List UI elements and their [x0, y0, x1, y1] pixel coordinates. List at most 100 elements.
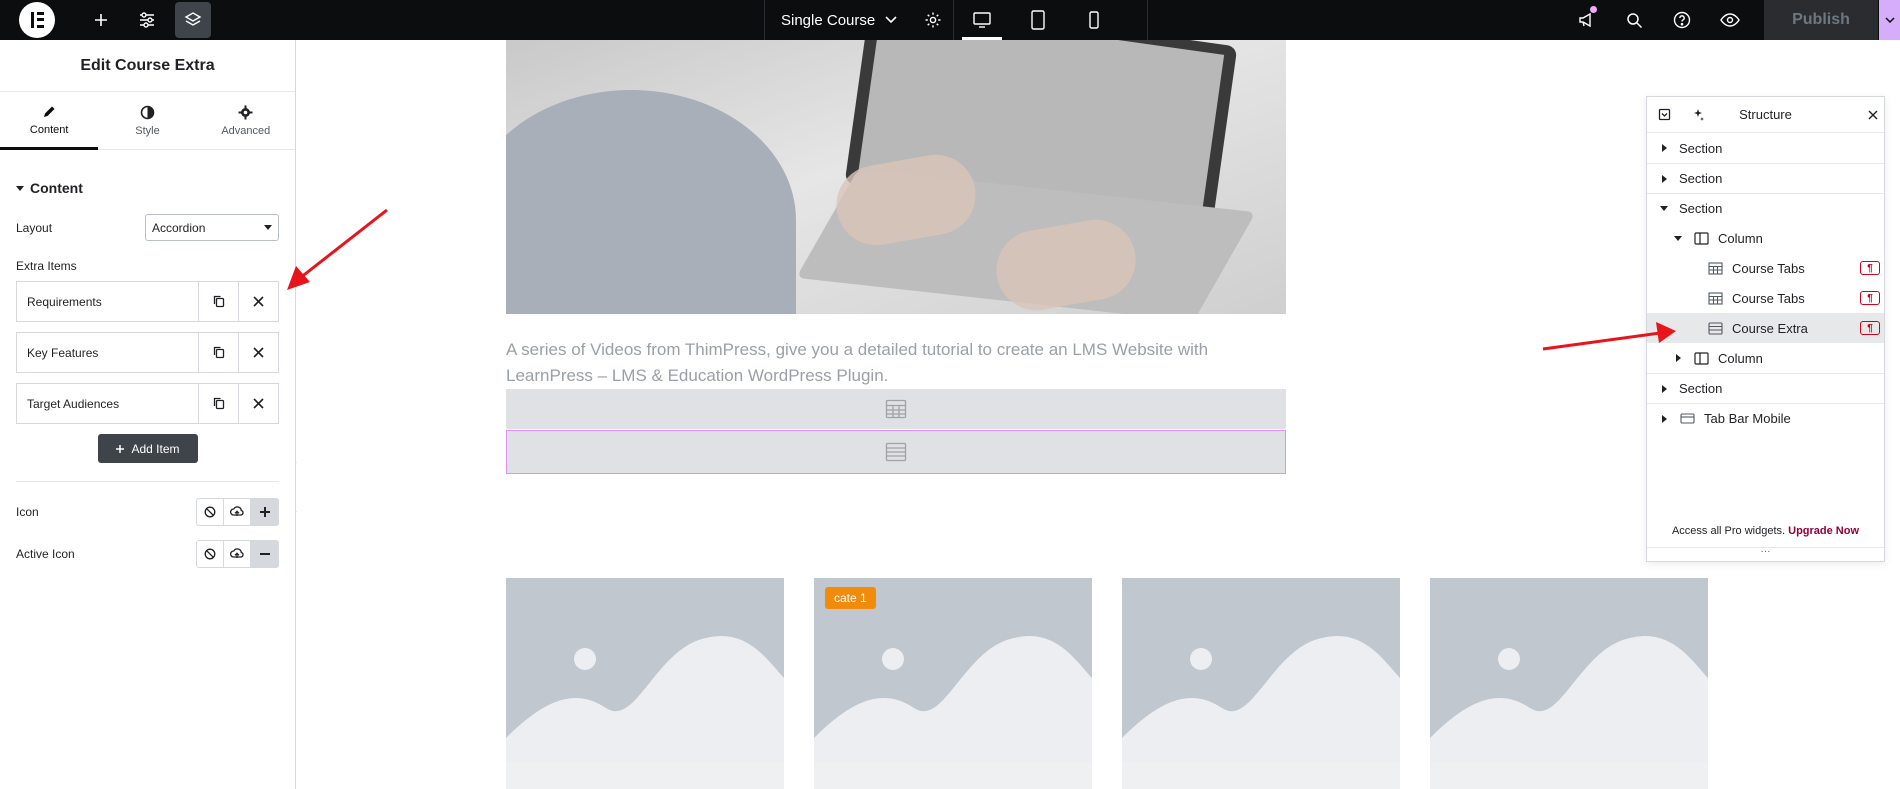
- whats-new-button[interactable]: [1562, 0, 1610, 40]
- structure-node-course-tabs[interactable]: Course Tabs ¶: [1647, 253, 1884, 283]
- finder-button[interactable]: [1610, 0, 1658, 40]
- course-card[interactable]: [506, 578, 784, 789]
- layout-select-value: Accordion: [152, 220, 206, 235]
- structure-node-course-extra[interactable]: Course Extra ¶: [1647, 313, 1884, 343]
- node-label: Course Extra: [1732, 320, 1808, 336]
- gear-icon: [238, 105, 253, 119]
- document-title-dropdown[interactable]: Single Course: [765, 12, 913, 29]
- course-tabs-widget-placeholder[interactable]: [506, 389, 1286, 429]
- minus-icon: [259, 553, 270, 555]
- structure-node-section[interactable]: Section: [1647, 193, 1884, 223]
- icon-library-option[interactable]: [251, 499, 278, 525]
- structure-node-column[interactable]: Column: [1647, 223, 1884, 253]
- no-icon-option[interactable]: [197, 499, 224, 525]
- section-title: Content: [30, 180, 83, 196]
- extra-items-header: Extra Items: [0, 259, 295, 273]
- publish-options-button[interactable]: [1878, 0, 1900, 40]
- add-element-button[interactable]: [83, 2, 119, 38]
- structure-node-section[interactable]: Section: [1647, 373, 1884, 403]
- accordion-icon: [885, 442, 907, 462]
- tab-content[interactable]: Content: [0, 92, 99, 150]
- node-label: Section: [1679, 140, 1723, 156]
- close-structure-button[interactable]: [1868, 110, 1878, 120]
- copy-icon: [213, 346, 224, 359]
- close-icon: [253, 296, 264, 307]
- close-icon: [253, 398, 264, 409]
- upload-svg-option[interactable]: [224, 541, 251, 567]
- course-card[interactable]: [1430, 578, 1708, 789]
- mobile-mode-button[interactable]: [1066, 0, 1122, 40]
- remove-item-button[interactable]: [238, 282, 278, 321]
- add-item-label: Add Item: [131, 441, 180, 456]
- tab-bar-icon: [1679, 413, 1695, 424]
- course-card[interactable]: [1122, 578, 1400, 789]
- editor-panel: Edit Course Extra Content Style Advanced…: [0, 40, 296, 789]
- elementor-logo[interactable]: [19, 2, 55, 38]
- ban-icon: [204, 506, 216, 518]
- magic-button[interactable]: [1681, 108, 1715, 122]
- site-settings-button[interactable]: [129, 2, 165, 38]
- preview-button[interactable]: [1706, 0, 1754, 40]
- structure-node-section[interactable]: Section: [1647, 163, 1884, 193]
- panel-tabs: Content Style Advanced: [0, 92, 295, 150]
- caret-right-icon: [1661, 144, 1667, 152]
- remove-item-button[interactable]: [238, 333, 278, 372]
- resize-handle[interactable]: ···: [1647, 547, 1884, 559]
- tab-advanced[interactable]: Advanced: [197, 92, 295, 149]
- no-icon-option[interactable]: [197, 541, 224, 567]
- upgrade-now-link[interactable]: Upgrade Now: [1788, 525, 1859, 537]
- column-icon: [1693, 351, 1709, 365]
- content-section-toggle[interactable]: Content: [0, 170, 295, 206]
- course-card[interactable]: cate 1: [814, 578, 1092, 789]
- column-icon: [1693, 231, 1709, 245]
- course-extra-widget-placeholder[interactable]: [506, 430, 1286, 474]
- repeater-item: Requirements: [16, 281, 279, 322]
- repeater-item-title[interactable]: Requirements: [17, 295, 198, 309]
- page-settings-button[interactable]: [913, 0, 953, 40]
- active-icon-control: Active Icon: [0, 540, 295, 568]
- duplicate-item-button[interactable]: [198, 282, 238, 321]
- structure-node-column[interactable]: Column: [1647, 343, 1884, 373]
- publish-button[interactable]: Publish: [1764, 0, 1878, 40]
- node-label: Tab Bar Mobile: [1704, 411, 1791, 426]
- document-settings: Single Course: [764, 0, 955, 40]
- duplicate-item-button[interactable]: [198, 333, 238, 372]
- caret-down-icon: [264, 225, 272, 230]
- node-label: Section: [1679, 381, 1723, 396]
- layout-select[interactable]: Accordion: [145, 214, 279, 241]
- desktop-mode-button[interactable]: [954, 0, 1010, 40]
- image-placeholder-icon: [1122, 636, 1400, 762]
- close-icon: [253, 347, 264, 358]
- repeater-item-title[interactable]: Key Features: [17, 346, 198, 360]
- duplicate-item-button[interactable]: [198, 384, 238, 423]
- image-placeholder-icon: [506, 636, 784, 762]
- image-placeholder-icon: [1430, 636, 1708, 762]
- layout-control: Layout Accordion: [0, 214, 295, 241]
- repeater-item-title[interactable]: Target Audiences: [17, 397, 198, 411]
- icon-control: Icon: [0, 498, 295, 526]
- table-icon: [1707, 291, 1723, 305]
- upload-svg-option[interactable]: [224, 499, 251, 525]
- pro-widget-icon: ¶: [1860, 261, 1880, 275]
- help-button[interactable]: [1658, 0, 1706, 40]
- node-label: Section: [1679, 201, 1723, 216]
- structure-toggle-button[interactable]: [175, 2, 211, 38]
- top-bar-left: [0, 0, 211, 40]
- structure-node-section[interactable]: Section: [1647, 133, 1884, 163]
- upload-icon: [230, 506, 244, 516]
- icon-library-option[interactable]: [251, 541, 278, 567]
- remove-item-button[interactable]: [238, 384, 278, 423]
- add-item-button[interactable]: Add Item: [97, 434, 198, 463]
- tablet-mode-button[interactable]: [1010, 0, 1066, 40]
- course-description: A series of Videos from ThimPress, give …: [506, 340, 1209, 385]
- collapse-all-button[interactable]: [1647, 108, 1681, 121]
- caret-down-icon: [1660, 206, 1668, 211]
- table-icon: [1707, 261, 1723, 275]
- layout-label: Layout: [16, 220, 53, 235]
- layers-icon: [184, 12, 202, 26]
- search-icon: [1626, 12, 1642, 28]
- structure-node-tab-bar-mobile[interactable]: Tab Bar Mobile: [1647, 403, 1884, 433]
- plus-icon: [259, 507, 270, 517]
- tab-style[interactable]: Style: [98, 92, 196, 149]
- structure-node-course-tabs[interactable]: Course Tabs ¶: [1647, 283, 1884, 313]
